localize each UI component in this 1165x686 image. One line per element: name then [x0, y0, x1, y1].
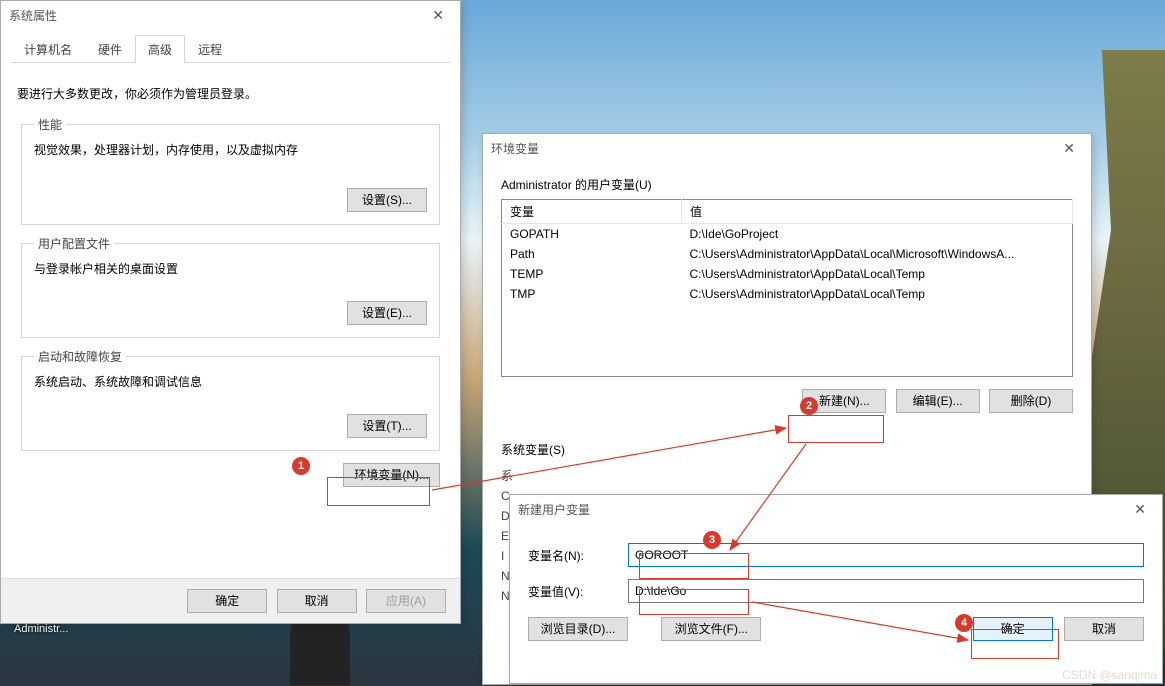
user-vars-table[interactable]: 变量 值 GOPATHD:\Ide\GoProjectPathC:\Users\…	[501, 199, 1073, 377]
tab-hardware[interactable]: 硬件	[85, 35, 135, 63]
close-icon[interactable]: ✕	[1055, 138, 1083, 159]
annotation-badge-2: 2	[800, 397, 818, 415]
tab-remote[interactable]: 远程	[185, 35, 235, 63]
sysprops-button-bar: 确定 取消 应用(A)	[1, 578, 460, 623]
system-var-stub: 系	[501, 466, 1073, 486]
var-value-input[interactable]	[628, 579, 1144, 603]
annotation-badge-3: 3	[703, 531, 721, 549]
tab-advanced[interactable]: 高级	[135, 35, 185, 63]
performance-desc: 视觉效果，处理器计划，内存使用，以及虚拟内存	[34, 141, 427, 158]
apply-button[interactable]: 应用(A)	[366, 589, 446, 613]
profiles-legend: 用户配置文件	[34, 235, 114, 252]
performance-legend: 性能	[34, 116, 66, 133]
col-value[interactable]: 值	[682, 200, 1073, 224]
col-variable[interactable]: 变量	[502, 200, 682, 224]
newvar-titlebar[interactable]: 新建用户变量 ✕	[510, 495, 1162, 523]
browse-dir-button[interactable]: 浏览目录(D)...	[528, 617, 628, 641]
profiles-group: 用户配置文件 与登录帐户相关的桌面设置 设置(E)...	[21, 235, 440, 338]
startup-group: 启动和故障恢复 系统启动、系统故障和调试信息 设置(T)...	[21, 348, 440, 451]
startup-desc: 系统启动、系统故障和调试信息	[34, 373, 427, 390]
ok-button[interactable]: 确定	[187, 589, 267, 613]
table-row[interactable]: TMPC:\Users\Administrator\AppData\Local\…	[502, 284, 1073, 304]
watermark: CSDN @sanqima	[1062, 668, 1157, 682]
annotation-badge-4: 4	[955, 614, 973, 632]
table-row[interactable]: GOPATHD:\Ide\GoProject	[502, 224, 1073, 245]
cancel-button[interactable]: 取消	[277, 589, 357, 613]
performance-settings-button[interactable]: 设置(S)...	[347, 188, 427, 212]
system-vars-label: 系统变量(S)	[501, 441, 1073, 458]
edit-button[interactable]: 编辑(E)...	[896, 389, 980, 413]
env-title: 环境变量	[491, 140, 539, 157]
close-icon[interactable]: ✕	[424, 5, 452, 26]
shortcut-label: Administr...	[14, 623, 68, 635]
env-titlebar[interactable]: 环境变量 ✕	[483, 134, 1091, 162]
admin-notice: 要进行大多数更改，你必须作为管理员登录。	[17, 85, 444, 102]
performance-group: 性能 视觉效果，处理器计划，内存使用，以及虚拟内存 设置(S)...	[21, 116, 440, 225]
user-vars-label: Administrator 的用户变量(U)	[501, 176, 1073, 193]
table-row[interactable]: TEMPC:\Users\Administrator\AppData\Local…	[502, 264, 1073, 284]
newvar-title: 新建用户变量	[518, 501, 590, 518]
table-row[interactable]: PathC:\Users\Administrator\AppData\Local…	[502, 244, 1073, 264]
profiles-desc: 与登录帐户相关的桌面设置	[34, 260, 427, 277]
sysprops-title: 系统属性	[9, 7, 57, 24]
ok-button[interactable]: 确定	[973, 617, 1053, 641]
browse-file-button[interactable]: 浏览文件(F)...	[661, 617, 761, 641]
startup-legend: 启动和故障恢复	[34, 348, 126, 365]
environment-variables-button[interactable]: 环境变量(N)...	[343, 463, 440, 487]
tab-computer-name[interactable]: 计算机名	[11, 35, 85, 63]
delete-button[interactable]: 删除(D)	[989, 389, 1073, 413]
close-icon[interactable]: ✕	[1126, 499, 1154, 520]
new-user-variable-dialog: 新建用户变量 ✕ 变量名(N): 变量值(V): 浏览目录(D)... 浏览文件…	[509, 494, 1163, 684]
annotation-badge-1: 1	[292, 457, 310, 475]
system-properties-dialog: 系统属性 ✕ 计算机名 硬件 高级 远程 要进行大多数更改，你必须作为管理员登录…	[0, 0, 461, 624]
var-value-label: 变量值(V):	[528, 583, 628, 600]
var-name-label: 变量名(N):	[528, 547, 628, 564]
cancel-button[interactable]: 取消	[1064, 617, 1144, 641]
sysprops-titlebar[interactable]: 系统属性 ✕	[1, 1, 460, 29]
sysprops-tabs: 计算机名 硬件 高级 远程	[11, 35, 450, 63]
startup-settings-button[interactable]: 设置(T)...	[347, 414, 427, 438]
profiles-settings-button[interactable]: 设置(E)...	[347, 301, 427, 325]
